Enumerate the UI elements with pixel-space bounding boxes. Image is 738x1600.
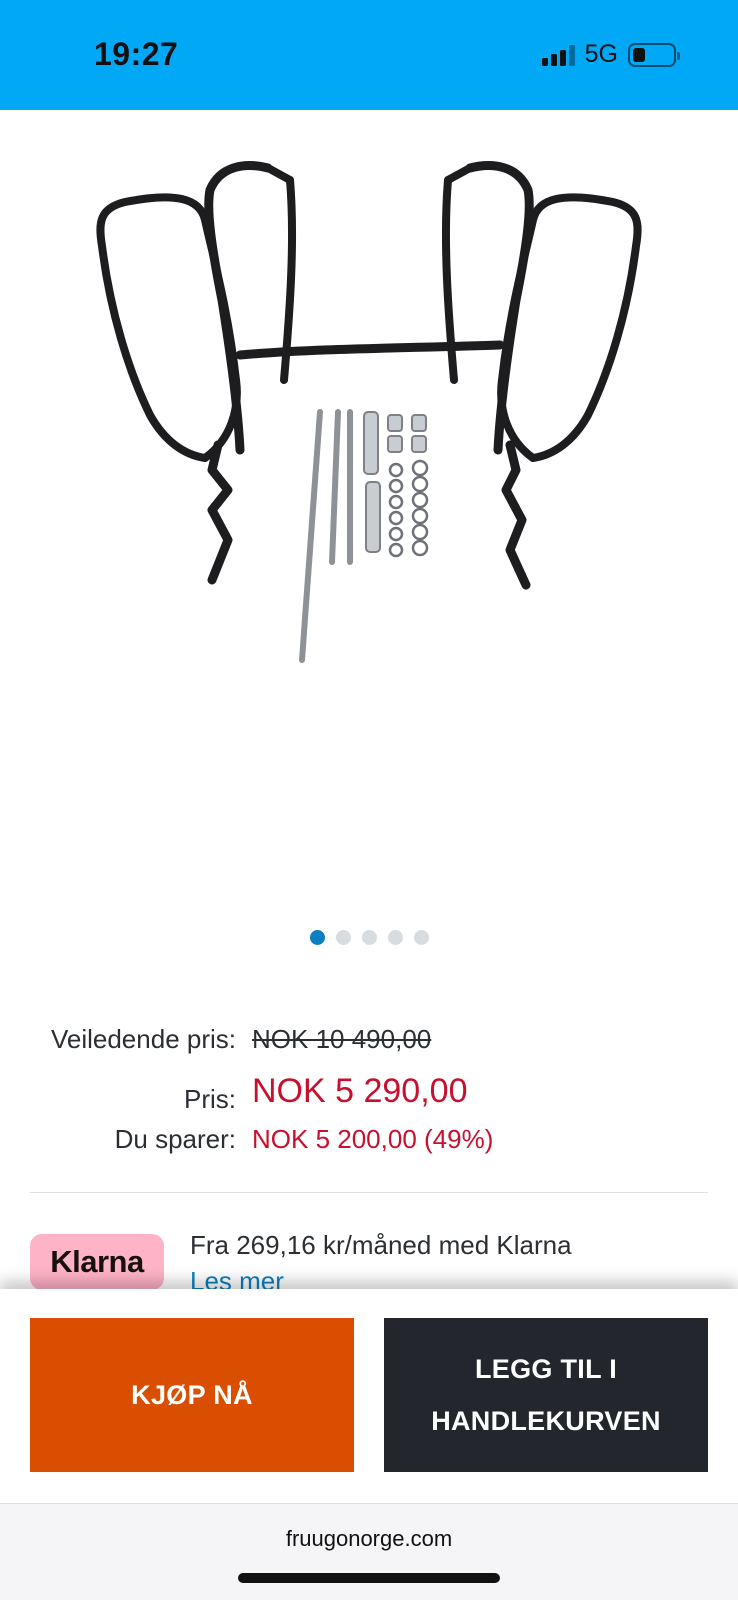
browser-bottom-bar: fruugonorge.com [0,1503,738,1600]
buy-now-button[interactable]: KJØP NÅ [30,1318,354,1472]
battery-icon [628,42,680,67]
network-type-label: 5G [584,40,618,68]
add-to-cart-button[interactable]: LEGG TIL I HANDLEKURVEN [384,1318,708,1472]
carousel-dot[interactable] [387,930,403,945]
guide-price-label: Veiledende pris: [50,1024,236,1054]
carousel-dot[interactable] [309,930,325,945]
status-time: 19:27 [94,36,179,72]
klarna-logo: Klarna [30,1234,164,1290]
price-row: Pris: NOK 5 290,00 [0,1070,738,1120]
carousel-dot[interactable] [361,930,377,945]
savings-label: Du sparer: [114,1124,236,1154]
browser-domain-label[interactable]: fruugonorge.com [0,1526,738,1552]
price-block: Veiledende pris: NOK 10 490,00 Pris: NOK… [0,1020,738,1170]
klarna-installment-text: Fra 269,16 kr/måned med Klarna [190,1230,572,1260]
status-indicators: 5G [541,40,680,69]
purchase-action-bar: KJØP NÅ LEGG TIL I HANDLEKURVEN [0,1289,738,1503]
price-label: Pris: [184,1084,236,1114]
price-value: NOK 5 290,00 [252,1072,468,1110]
klarna-read-more-link[interactable]: Les mer [190,1266,284,1290]
cellular-signal-icon [541,44,575,66]
section-divider [30,1192,708,1193]
home-indicator[interactable] [238,1573,500,1583]
savings-row: Du sparer: NOK 5 200,00 (49%) [0,1120,738,1170]
product-image[interactable] [0,110,738,900]
carousel-dot[interactable] [335,930,351,945]
klarna-financing-row: Klarna Fra 269,16 kr/måned med Klarna Le… [0,1230,738,1290]
motorcycle-crash-bar-kit-image [96,161,642,663]
guide-price-value: NOK 10 490,00 [252,1024,432,1054]
guide-price-row: Veiledende pris: NOK 10 490,00 [0,1020,738,1070]
carousel-dot[interactable] [413,930,429,945]
savings-value: NOK 5 200,00 (49%) [252,1124,494,1154]
image-carousel-dots[interactable] [0,930,738,945]
status-bar: 19:27 5G [0,0,738,110]
